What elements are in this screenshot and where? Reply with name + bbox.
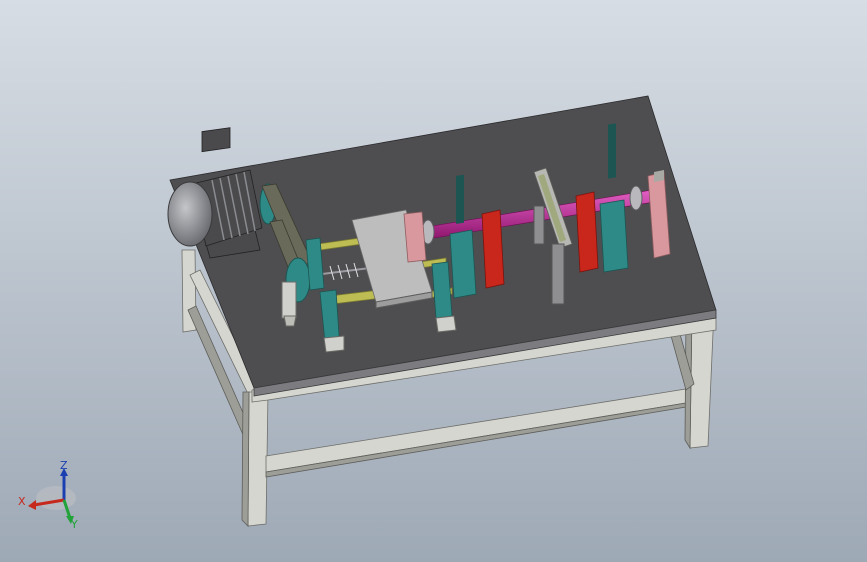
red-block-2	[575, 191, 599, 273]
triad-sphere	[36, 486, 76, 510]
leg-front-left	[247, 391, 269, 527]
end-block-left	[403, 211, 427, 263]
pulley-support	[281, 281, 297, 319]
shaft-coupler-right	[629, 185, 643, 211]
red-block-1	[481, 209, 505, 289]
teal-support-2	[599, 199, 629, 273]
leg-front-left-side	[241, 391, 250, 527]
triad-z-label: Z	[60, 459, 68, 472]
cad-model-scene: Z X Y	[0, 0, 867, 562]
bearing-base-2	[323, 335, 345, 353]
bearing-base-3	[435, 315, 457, 333]
motor-end-cap	[167, 181, 213, 247]
support-post-right	[551, 243, 565, 305]
support-post-left	[533, 205, 545, 245]
motor-terminal-box	[201, 127, 231, 153]
cad-viewport[interactable]: Z X Y	[0, 0, 867, 562]
triad-y-label: Y	[70, 518, 78, 531]
teal-support-1	[449, 229, 477, 299]
triad-x-label: X	[18, 495, 26, 508]
bearing-block-3	[431, 261, 453, 319]
